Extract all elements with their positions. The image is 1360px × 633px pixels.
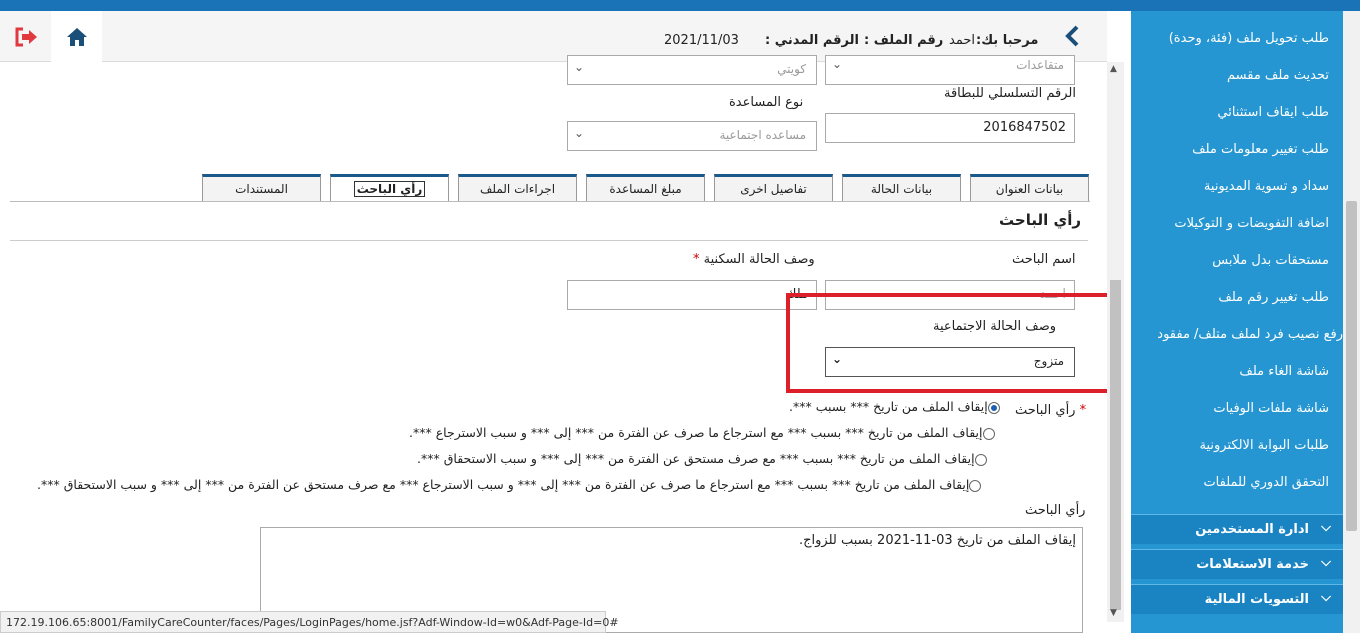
sidebar-item-debt-settlement[interactable]: سداد و تسوية المديونية (1131, 179, 1329, 194)
chevron-left-icon (1065, 25, 1079, 47)
tab-address[interactable]: بيانات العنوان (970, 174, 1089, 201)
housing-input[interactable]: ملك (567, 280, 817, 310)
tab-aid-amount[interactable]: مبلغ المساعدة (586, 174, 705, 201)
radio-button[interactable] (982, 427, 995, 440)
aid-type-label: نوع المساعدة (729, 95, 804, 110)
sidebar-item-portal-requests[interactable]: طلبات البوابة الالكترونية (1131, 438, 1330, 453)
back-button[interactable] (1058, 21, 1086, 51)
nationality-select[interactable]: كويتي ⌄ (567, 55, 817, 85)
sidebar-item-raise-share[interactable]: رفع نصيب فرد لملف متلف/ مفقود (1131, 327, 1343, 342)
section-divider (10, 240, 1088, 241)
tab-divider (10, 201, 1090, 202)
radio-button[interactable] (974, 453, 987, 466)
scroll-down-icon[interactable]: ▼ (1110, 608, 1117, 618)
opinion-option-1[interactable]: إيقاف الملف من تاريخ *** بسبب ***. (789, 399, 1000, 414)
chevron-down-icon: ⌄ (574, 60, 585, 74)
sidebar-item-exceptional-stop[interactable]: طلب ايقاف استثنائي (1131, 105, 1329, 120)
sidebar-item-update-split-file[interactable]: تحديث ملف مقسم (1131, 68, 1329, 83)
opinion-option-4[interactable]: إيقاف الملف من تاريخ *** بسبب *** مع است… (37, 477, 982, 492)
sidebar-item-authorizations[interactable]: اضافة التفويضات و التوكيلات (1131, 216, 1329, 231)
sidebar-scroll-thumb[interactable] (1346, 201, 1357, 531)
greeting-label: مرحبا بك: (976, 33, 1039, 48)
tab-documents[interactable]: المستندات (202, 174, 321, 201)
logout-icon (15, 27, 37, 46)
highlight-box (786, 293, 1114, 393)
serial-input[interactable]: 2016847502 (825, 113, 1075, 143)
tab-file-procedures[interactable]: اجراءات الملف (458, 174, 577, 201)
chevron-down-icon: ⌄ (574, 126, 585, 140)
chevron-down-icon: ⌵ (1321, 555, 1331, 570)
chevron-down-icon: ⌄ (832, 57, 843, 71)
sidebar-section-users[interactable]: ادارة المستخدمين ⌵ (1131, 514, 1343, 544)
scroll-thumb[interactable] (1110, 280, 1121, 610)
top-strip (0, 0, 1360, 11)
chevron-down-icon: ⌵ (1321, 590, 1331, 605)
home-button[interactable] (51, 11, 102, 62)
sidebar: طلب تحويل ملف (فئة، وحدة) تحديث ملف مقسم… (1131, 11, 1343, 633)
researcher-name-label: اسم الباحث (1012, 252, 1076, 267)
section-title: رأي الباحث (999, 211, 1081, 229)
sidebar-section-inquiries[interactable]: خدمة الاستعلامات ⌵ (1131, 549, 1343, 579)
opinion-option-3[interactable]: إيقاف الملف من تاريخ *** بسبب *** مع صرف… (417, 451, 987, 466)
aid-type-select[interactable]: مساعده اجتماعية ⌄ (567, 121, 817, 151)
tab-researcher-opinion[interactable]: رأي الباحث (330, 174, 449, 201)
status-bar-url: 172.19.106.65:8001/FamilyCareCounter/fac… (0, 611, 619, 633)
sidebar-item-periodic-check[interactable]: التحقق الدوري للملفات (1131, 475, 1329, 490)
sidebar-item-change-file-number[interactable]: طلب تغيير رقم ملف (1131, 290, 1329, 305)
radio-button[interactable] (969, 479, 982, 492)
radio-button[interactable] (987, 401, 1000, 414)
scroll-up-icon[interactable]: ▲ (1110, 64, 1117, 74)
sidebar-section-financial[interactable]: التسويات المالية ⌵ (1131, 584, 1343, 614)
user-name: احمد (949, 33, 975, 48)
main-scrollbar[interactable]: ▲ ▼ (1107, 62, 1124, 622)
sidebar-item-deceased-files[interactable]: شاشة ملفات الوفيات (1131, 401, 1329, 416)
file-no-label: رقم الملف : (864, 33, 944, 48)
opinion-text-label: رأي الباحث (1025, 503, 1086, 518)
opinion-label: * رأي الباحث (1015, 403, 1087, 418)
sidebar-item-change-file-info[interactable]: طلب تغيير معلومات ملف (1131, 142, 1329, 157)
opinion-option-2[interactable]: إيقاف الملف من تاريخ *** بسبب *** مع است… (409, 425, 995, 440)
chevron-down-icon: ⌵ (1321, 520, 1331, 535)
housing-label: وصف الحالة السكنية * (693, 252, 815, 267)
serial-label: الرقم التسلسلي للبطاقة (944, 86, 1077, 101)
home-icon (66, 27, 87, 46)
logout-button[interactable] (0, 11, 51, 62)
sidebar-scrollbar[interactable] (1343, 11, 1360, 633)
header-date: 2021/11/03 (664, 33, 739, 48)
sidebar-item-clothing-allowance[interactable]: مستحقات بدل ملابس (1131, 253, 1329, 268)
tab-other-details[interactable]: تفاصيل اخرى (714, 174, 833, 201)
tab-case-data[interactable]: بيانات الحالة (842, 174, 961, 201)
sidebar-item-cancel-file[interactable]: شاشة الغاء ملف (1131, 364, 1329, 379)
sidebar-item-transfer-file[interactable]: طلب تحويل ملف (فئة، وحدة) (1131, 31, 1329, 46)
civil-id-label: الرقم المدني : (765, 33, 859, 48)
top-right-select[interactable]: متقاعدات ⌄ (825, 55, 1075, 85)
